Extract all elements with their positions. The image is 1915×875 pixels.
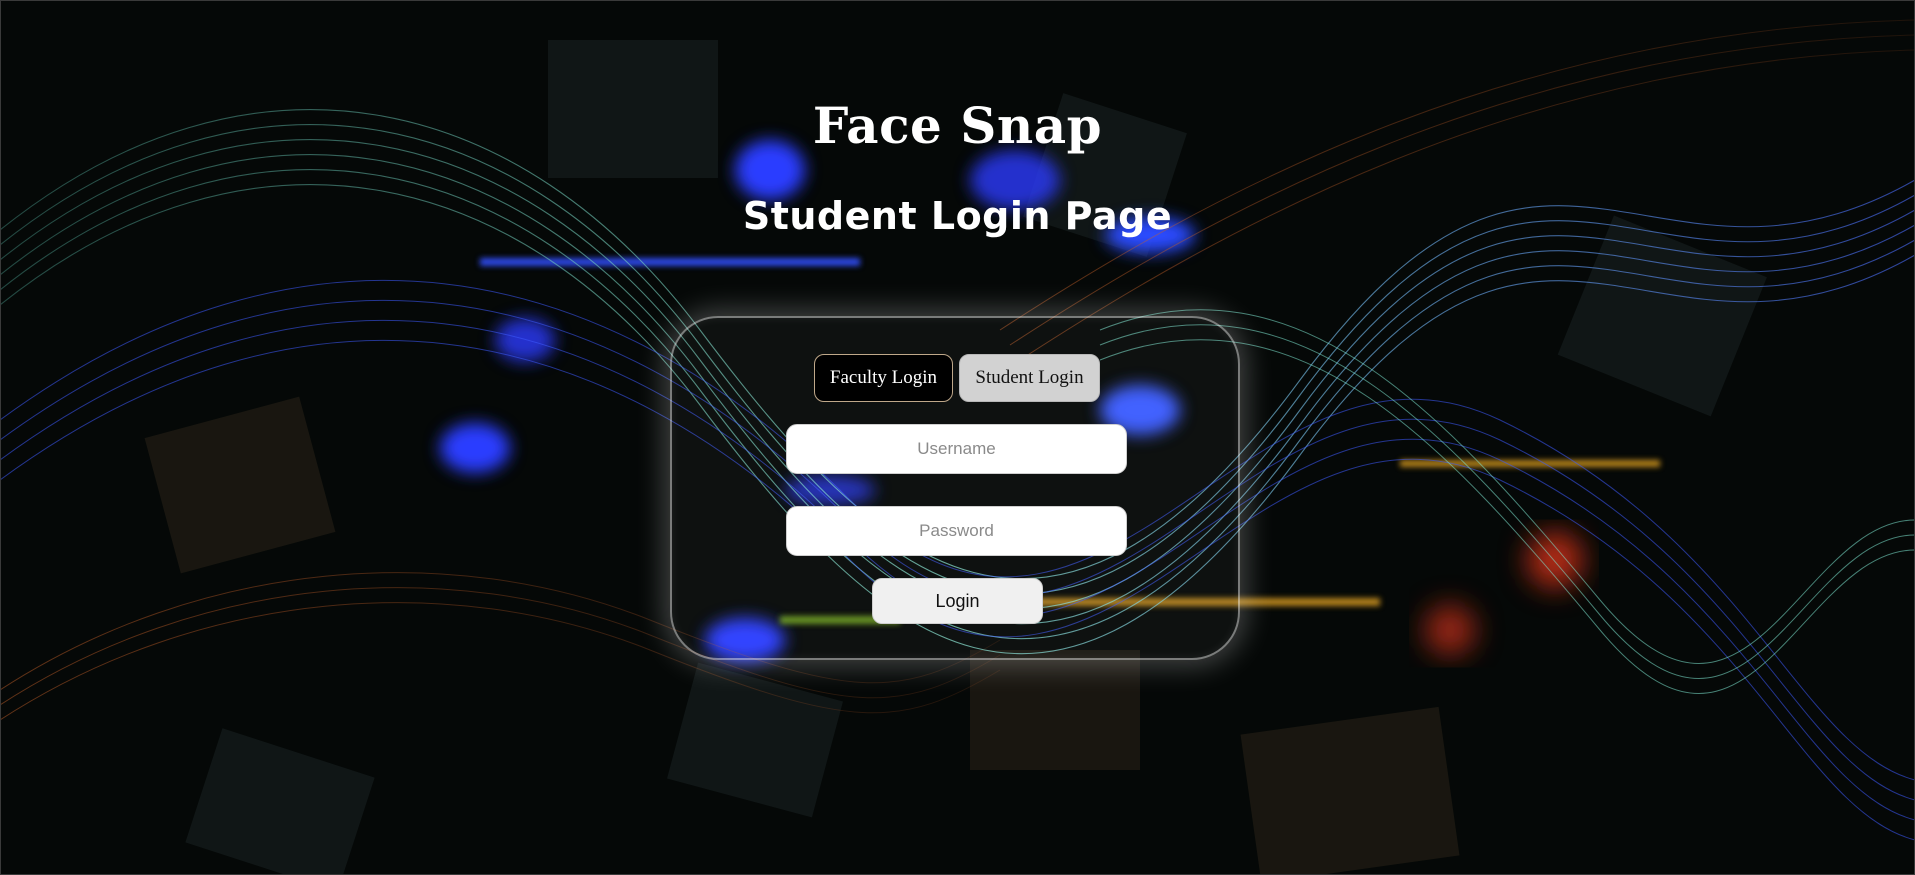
- student-login-tab[interactable]: Student Login: [959, 354, 1100, 402]
- username-input[interactable]: [786, 424, 1127, 474]
- app-title: Face Snap: [812, 96, 1103, 155]
- page-subtitle: Student Login Page: [742, 194, 1173, 238]
- login-button[interactable]: Login: [872, 578, 1043, 624]
- login-type-toggle: Faculty Login Student Login: [814, 354, 1102, 402]
- login-card: Faculty Login Student Login Login: [670, 316, 1240, 660]
- password-input[interactable]: [786, 506, 1127, 556]
- faculty-login-tab[interactable]: Faculty Login: [814, 354, 953, 402]
